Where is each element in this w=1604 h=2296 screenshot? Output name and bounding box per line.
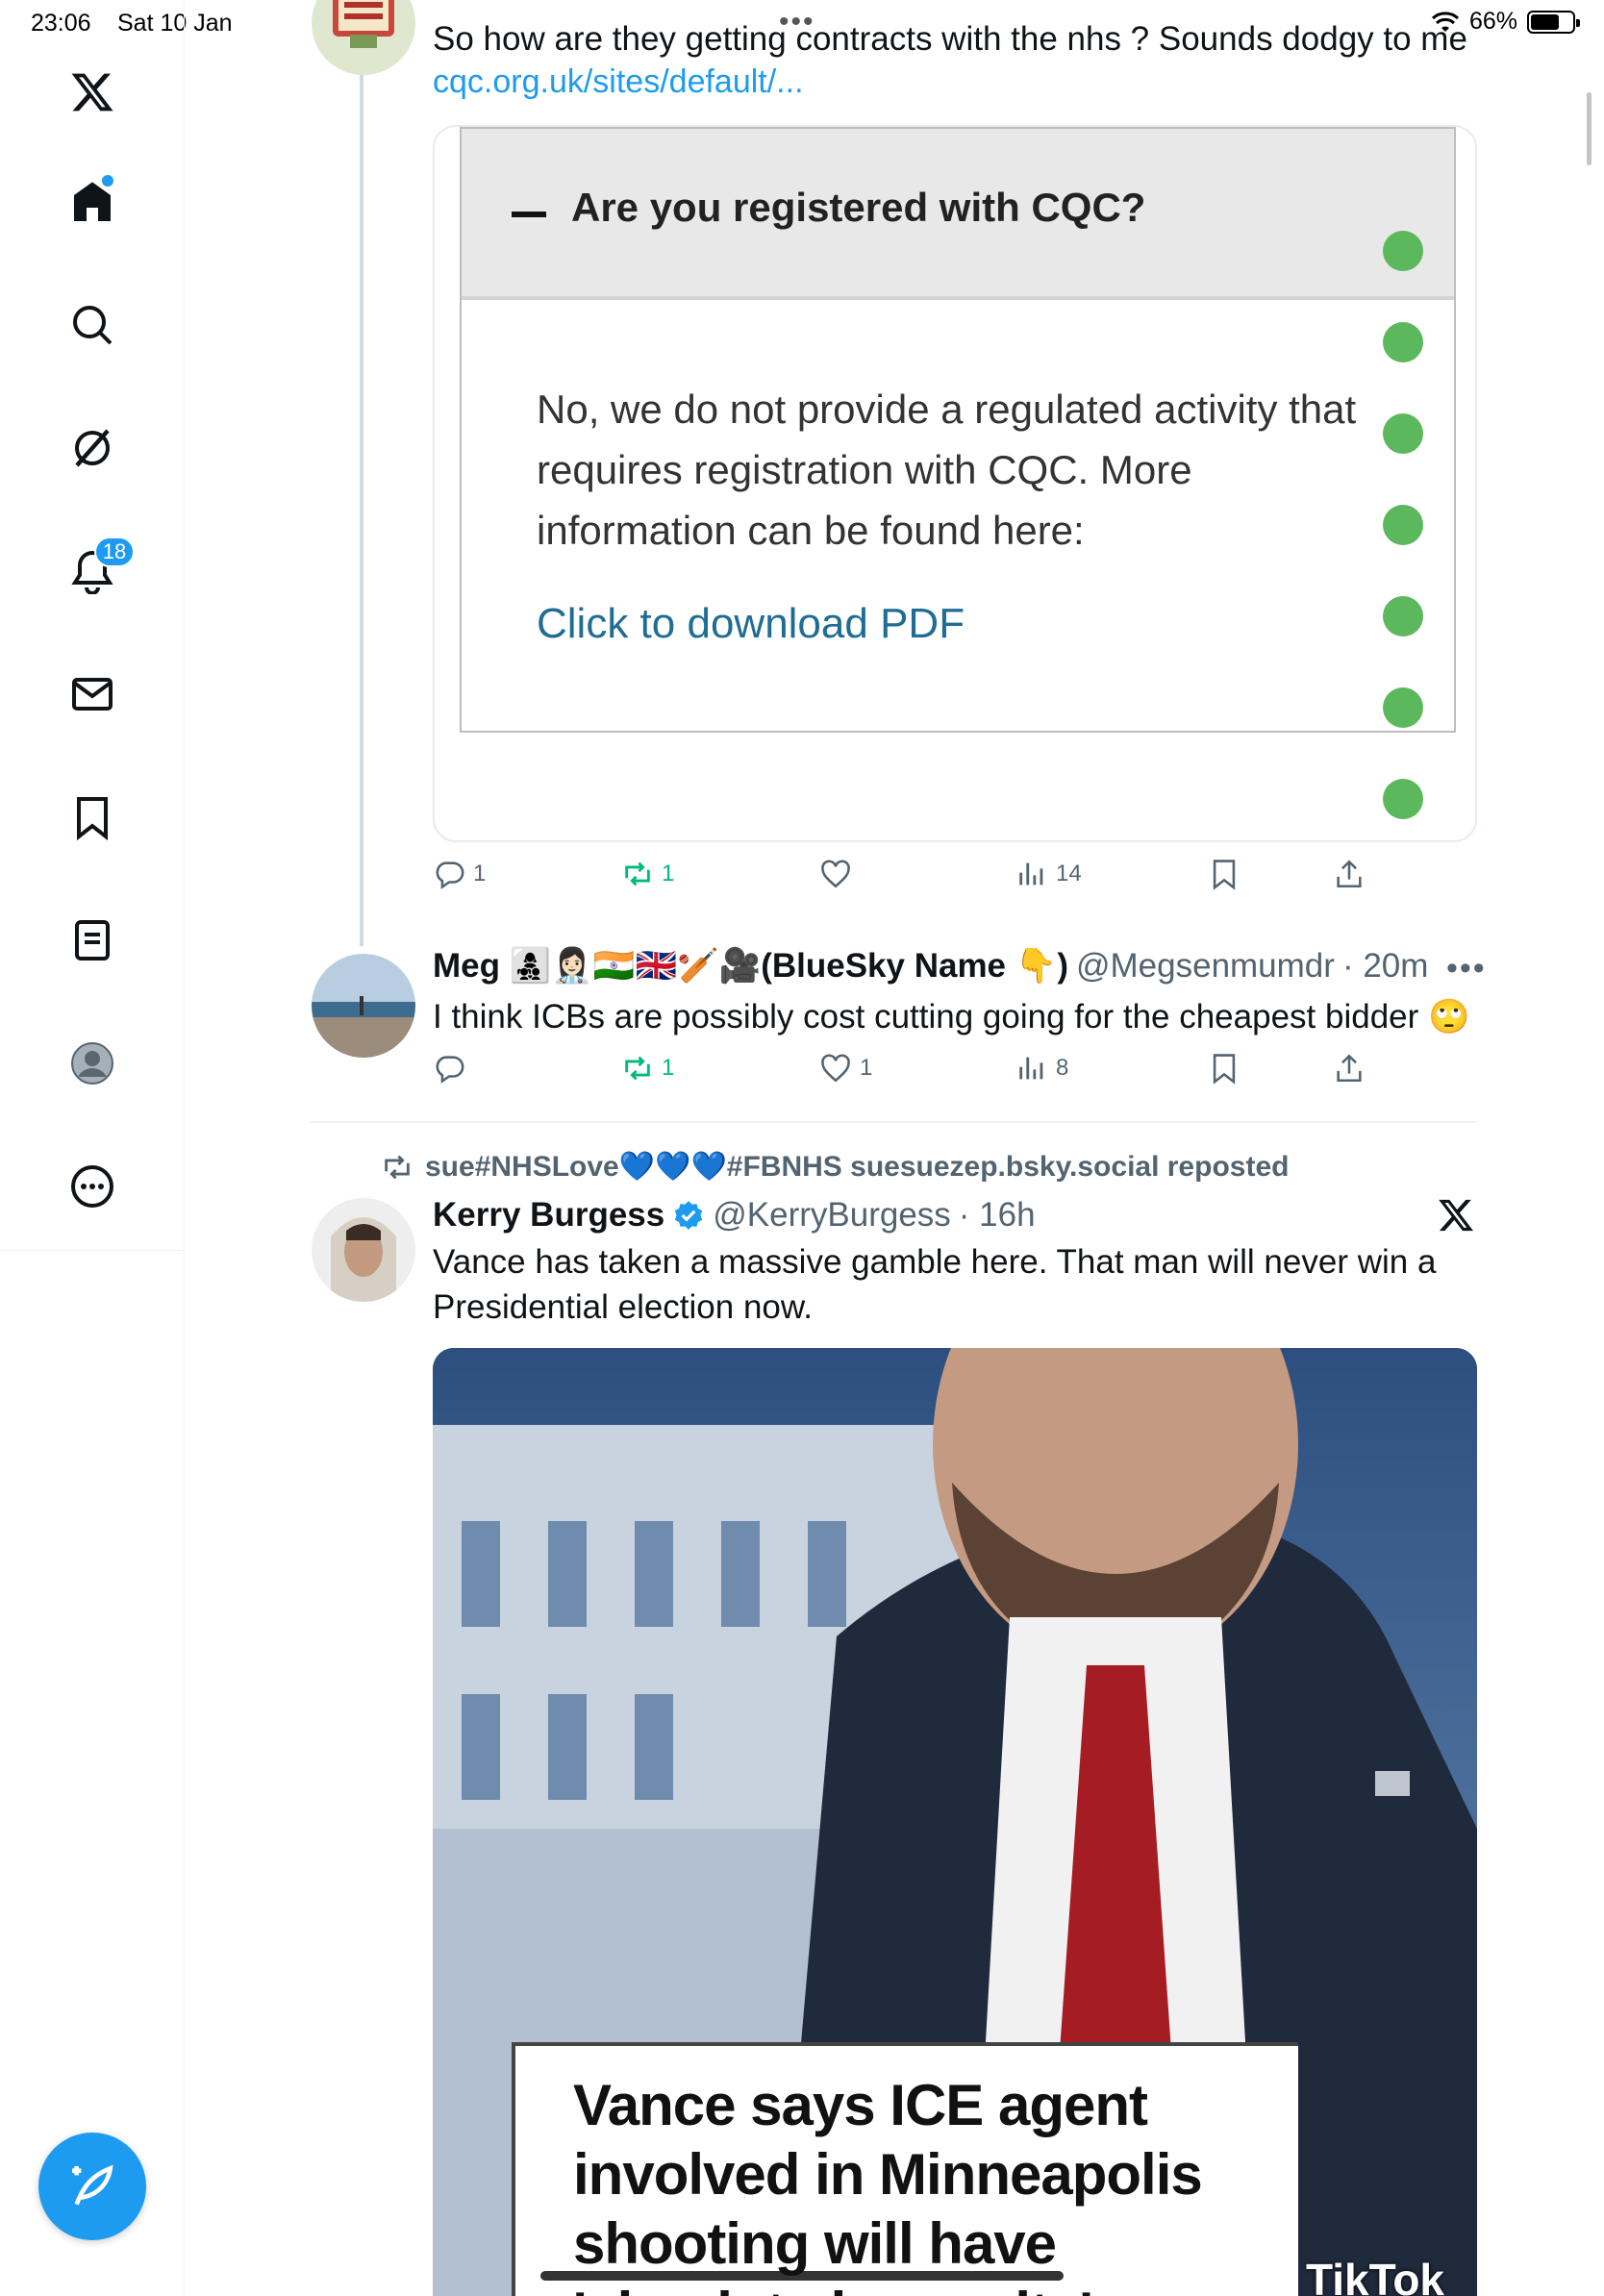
author-handle[interactable]: @Megsenmumdr xyxy=(1076,947,1335,986)
repost-button[interactable]: 1 xyxy=(621,1052,674,1085)
reply-count: 1 xyxy=(473,861,487,886)
scrollbar[interactable] xyxy=(1587,92,1591,165)
more-circle-icon[interactable] xyxy=(58,1152,127,1221)
views-chart-icon xyxy=(1019,1057,1043,1080)
notifications-badge: 18 xyxy=(94,537,135,567)
search-icon[interactable] xyxy=(58,290,127,360)
home-icon[interactable] xyxy=(58,167,127,237)
video-caption-box: Vance says ICE agent involved in Minneap… xyxy=(512,2042,1298,2296)
reply-button[interactable] xyxy=(433,1052,473,1085)
views-count: 14 xyxy=(1056,861,1082,886)
author-handle[interactable]: @KerryBurgess xyxy=(713,1196,951,1235)
home-indicator[interactable] xyxy=(540,2271,1064,2281)
reply-icon xyxy=(436,861,464,889)
x-logo-icon[interactable] xyxy=(58,58,127,127)
reply-icon xyxy=(436,1056,464,1084)
thread-connector-line xyxy=(360,73,363,946)
reply-button[interactable]: 1 xyxy=(433,858,486,890)
tweet-link[interactable]: cqc.org.uk/sites/default/... xyxy=(433,63,804,101)
repost-count: 1 xyxy=(662,1055,675,1081)
compose-post-button[interactable] xyxy=(38,2133,146,2240)
repost-context[interactable]: sue#NHSLove💙💙💙#FBNHS suesuezep.bsky.soci… xyxy=(381,1150,1289,1184)
home-unread-dot xyxy=(102,175,113,187)
compose-feather-icon xyxy=(72,2164,113,2206)
reply-header: Meg 👩‍👧‍👦👩🏻‍⚕️🇮🇳🇬🇧🏏🎥(BlueSky Name 👇) @Me… xyxy=(433,946,1428,986)
tweet-time[interactable]: · 16h xyxy=(959,1196,1036,1235)
tweet-text: I think ICBs are possibly cost cutting g… xyxy=(433,998,1470,1036)
green-dot xyxy=(1383,322,1423,362)
messages-envelope-icon[interactable] xyxy=(58,660,127,729)
tweet-divider xyxy=(310,1121,1477,1123)
green-dot xyxy=(1383,413,1423,454)
tweet-actions: 1 1 14 xyxy=(433,858,1394,906)
cqc-faq-panel: Are you registered with CQC? No, we do n… xyxy=(460,127,1456,733)
tweet-text-line1: Vance has taken a massive gamble here. T… xyxy=(433,1243,1437,1281)
notifications-bell-icon[interactable]: 18 xyxy=(58,537,135,606)
green-dot xyxy=(1383,231,1423,271)
heart-icon xyxy=(821,1054,850,1083)
collapse-minus-icon xyxy=(512,212,546,217)
heart-icon xyxy=(821,860,850,888)
repost-button[interactable]: 1 xyxy=(621,858,674,890)
share-button[interactable] xyxy=(1333,1052,1366,1085)
reposted-by: sue#NHSLove💙💙💙#FBNHS suesuezep.bsky.soci… xyxy=(425,1151,1290,1183)
bookmark-icon xyxy=(1213,1054,1236,1085)
views-count: 8 xyxy=(1056,1055,1069,1081)
bookmark-button[interactable] xyxy=(1208,858,1241,890)
bookmark-icon xyxy=(1213,860,1236,890)
repost-header: Kerry Burgess @KerryBurgess · 16h xyxy=(433,1196,1036,1235)
share-icon xyxy=(1337,860,1362,888)
cqc-faq-header: Are you registered with CQC? xyxy=(462,129,1454,300)
green-dot xyxy=(1383,596,1423,636)
battery-percent: 66% xyxy=(1468,8,1517,35)
more-options-icon[interactable]: ••• xyxy=(1446,950,1487,987)
repost-icon xyxy=(625,1056,650,1081)
kerry-burgess-avatar[interactable] xyxy=(312,1198,415,1302)
share-icon xyxy=(1337,1054,1362,1083)
share-button[interactable] xyxy=(1333,858,1366,890)
download-pdf-link: Click to download PDF xyxy=(537,600,965,647)
video-caption: Vance says ICE agent involved in Minneap… xyxy=(573,2073,1203,2296)
like-count: 1 xyxy=(860,1055,873,1081)
sidebar-divider xyxy=(0,1250,185,1251)
author-name[interactable]: Meg 👩‍👧‍👦👩🏻‍⚕️🇮🇳🇬🇧🏏🎥(BlueSky Name 👇) xyxy=(433,946,1068,986)
like-button[interactable]: 1 xyxy=(819,1052,872,1085)
x-source-icon[interactable] xyxy=(1437,1196,1475,1239)
tweet-text: So how are they getting contracts with t… xyxy=(433,20,1467,58)
like-button[interactable] xyxy=(819,858,860,890)
cqc-answer: No, we do not provide a regulated activi… xyxy=(537,387,1357,553)
repost-icon xyxy=(625,861,650,886)
repost-icon xyxy=(385,1155,410,1179)
verified-badge-icon xyxy=(675,1201,703,1230)
green-dot xyxy=(1383,505,1423,545)
green-dot xyxy=(1383,687,1423,728)
video-player[interactable]: Vance says ICE agent involved in Minneap… xyxy=(433,1348,1477,2296)
grok-icon[interactable] xyxy=(58,413,127,483)
battery-icon xyxy=(1527,10,1580,34)
author-name[interactable]: Kerry Burgess xyxy=(433,1196,664,1235)
bookmark-icon[interactable] xyxy=(58,783,127,852)
tweet-actions: 1 1 8 xyxy=(433,1052,1394,1100)
meg-avatar[interactable] xyxy=(312,954,415,1058)
lists-icon[interactable] xyxy=(58,906,127,975)
sidebar: 18 xyxy=(0,0,185,2296)
profile-avatar-icon[interactable] xyxy=(58,1029,127,1098)
green-dot xyxy=(1383,779,1423,819)
tiktok-note-icon xyxy=(1264,2259,1295,2296)
tweet-text-line2: Presidential election now. xyxy=(433,1288,813,1326)
bookmark-button[interactable] xyxy=(1208,1052,1241,1085)
tiktok-watermark: TikTok xyxy=(1260,2254,1444,2296)
cqc-question: Are you registered with CQC? xyxy=(571,185,1146,230)
medical-council-avatar[interactable] xyxy=(312,0,415,75)
repost-count: 1 xyxy=(662,861,675,886)
tweet-time[interactable]: · 20m xyxy=(1342,947,1428,986)
views-button[interactable]: 14 xyxy=(1015,858,1082,890)
views-button[interactable]: 8 xyxy=(1015,1052,1068,1085)
link-preview-card[interactable]: Are you registered with CQC? No, we do n… xyxy=(433,125,1477,842)
views-chart-icon xyxy=(1019,862,1043,886)
